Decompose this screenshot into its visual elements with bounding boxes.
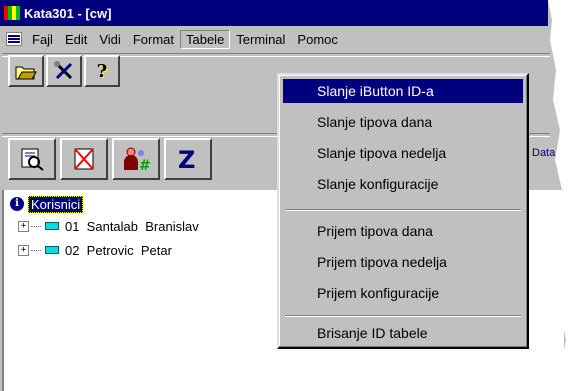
menu-separator — [285, 209, 521, 211]
menu-item-prijem-konfiguracije[interactable]: Prijem konfiguracije — [283, 281, 523, 305]
delete-icon — [74, 148, 94, 170]
zoom-icon: Z — [178, 146, 195, 172]
zoom-button[interactable]: Z — [164, 138, 212, 180]
svg-text:#: # — [139, 158, 151, 172]
menu-pomoc[interactable]: Pomoc — [291, 30, 343, 49]
app-icon — [4, 6, 20, 20]
info-icon: i — [10, 197, 24, 211]
toolbar-secondary: # Z — [8, 138, 212, 180]
preview-icon — [21, 148, 44, 171]
menu-item-slanje-ibutton[interactable]: Slanje iButton ID-a — [283, 79, 523, 103]
tree-item-label: 02 Petrovic Petar — [65, 242, 172, 258]
ibutton-icon — [45, 222, 59, 230]
expand-icon[interactable]: + — [18, 244, 29, 256]
app-window: Kata301 - [cw] Fajl Edit Vidi Format Tab… — [0, 0, 579, 391]
tree-root-label: Korisnici — [28, 195, 84, 213]
tools-icon — [54, 61, 73, 80]
menu-bar: Fajl Edit Vidi Format Tabele Terminal Po… — [0, 26, 550, 52]
tree-item[interactable]: + 02 Petrovic Petar — [18, 241, 172, 259]
help-button[interactable]: ? — [84, 55, 120, 87]
open-folder-icon — [15, 66, 37, 80]
tree-item-label: 01 Santalab Branislav — [65, 218, 199, 234]
tree-item[interactable]: + 01 Santalab Branislav — [18, 217, 199, 235]
users-button[interactable]: # — [112, 138, 160, 180]
menu-edit[interactable]: Edit — [59, 30, 93, 49]
menu-item-prijem-tipova-nedelja[interactable]: Prijem tipova nedelja — [283, 250, 523, 274]
svg-text:Z: Z — [178, 146, 195, 172]
help-icon: ? — [96, 60, 108, 82]
tree-connector — [31, 249, 41, 251]
menu-vidi[interactable]: Vidi — [93, 30, 126, 49]
menu-tabele[interactable]: Tabele — [179, 29, 231, 49]
tree-connector — [31, 225, 41, 227]
menu-item-prijem-tipova-dana[interactable]: Prijem tipova dana — [283, 219, 523, 243]
document-menu-icon[interactable] — [6, 32, 22, 46]
open-folder-button[interactable] — [8, 55, 44, 87]
delete-button[interactable] — [60, 138, 108, 180]
ibutton-icon — [45, 246, 59, 254]
tabele-dropdown-menu: Slanje iButton ID-a Slanje tipova dana S… — [277, 73, 529, 349]
tools-button[interactable] — [46, 55, 82, 87]
menu-item-slanje-tipova-dana[interactable]: Slanje tipova dana — [283, 110, 523, 134]
tree-root[interactable]: i Korisnici — [10, 195, 84, 213]
menu-fajl[interactable]: Fajl — [26, 30, 59, 49]
menu-separator — [285, 315, 521, 317]
menu-item-slanje-konfiguracije[interactable]: Slanje konfiguracije — [283, 172, 523, 196]
menu-format[interactable]: Format — [127, 30, 180, 49]
expand-icon[interactable]: + — [18, 220, 29, 232]
users-icon: # — [124, 147, 151, 172]
menu-item-brisanje-id-tabele[interactable]: Brisanje ID tabele — [283, 321, 523, 345]
menu-terminal[interactable]: Terminal — [230, 30, 291, 49]
window-title: Kata301 - [cw] — [24, 5, 112, 21]
menu-item-slanje-tipova-nedelja[interactable]: Slanje tipova nedelja — [283, 141, 523, 165]
preview-button[interactable] — [8, 138, 56, 180]
toolbar-main: ? — [8, 55, 120, 87]
data-button-fragment[interactable]: Data — [532, 147, 555, 159]
title-bar[interactable]: Kata301 - [cw] — [0, 0, 548, 26]
